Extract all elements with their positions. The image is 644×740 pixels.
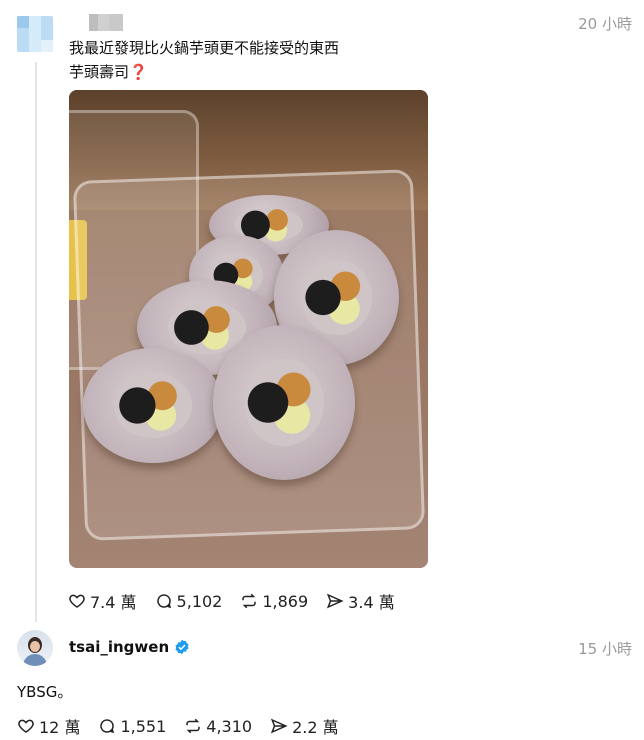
verified-badge-icon bbox=[175, 639, 189, 655]
post-text-line-1: 我最近發現比火鍋芋頭更不能接受的東西 bbox=[69, 39, 340, 57]
post-photo[interactable] bbox=[69, 90, 428, 568]
reply-avatar[interactable] bbox=[17, 630, 53, 666]
comment-icon bbox=[100, 719, 115, 734]
reply-like-button[interactable]: 12 萬 bbox=[17, 714, 80, 738]
reply-share-button[interactable]: 2.2 萬 bbox=[270, 714, 339, 738]
reply-time: 15 小時 bbox=[578, 640, 632, 658]
repost-count: 1,869 bbox=[262, 591, 309, 611]
post-text-line-2: 芋頭壽司❓ bbox=[69, 60, 339, 84]
post-time: 20 小時 bbox=[578, 15, 632, 33]
like-button[interactable]: 7.4 萬 bbox=[68, 589, 137, 613]
comment-count: 5,102 bbox=[176, 591, 223, 611]
username-redacted[interactable] bbox=[89, 14, 123, 31]
reply-comment-button[interactable]: 1,551 bbox=[98, 717, 166, 736]
heart-icon bbox=[69, 594, 85, 608]
repost-button[interactable]: 1,869 bbox=[240, 592, 308, 611]
photo-roll bbox=[213, 325, 355, 480]
comment-button[interactable]: 5,102 bbox=[155, 591, 223, 611]
repost-icon bbox=[186, 718, 201, 734]
share-icon bbox=[270, 718, 288, 734]
share-icon bbox=[327, 593, 344, 609]
reply-like-count: 12 萬 bbox=[39, 718, 81, 737]
avatar[interactable] bbox=[17, 16, 53, 52]
reply-username-row[interactable]: tsai_ingwen bbox=[69, 638, 190, 656]
reply-repost-button[interactable]: 4,310 bbox=[184, 717, 252, 736]
comment-icon bbox=[156, 594, 171, 609]
thread-line bbox=[35, 62, 37, 622]
heart-icon bbox=[18, 719, 34, 733]
post-text: 我最近發現比火鍋芋頭更不能接受的東西 芋頭壽司❓ bbox=[69, 36, 339, 84]
reply-comment-count: 1,551 bbox=[120, 716, 167, 736]
post-actions: 7.4 萬 5,102 1,869 3.4 萬 bbox=[68, 589, 413, 613]
share-button[interactable]: 3.4 萬 bbox=[326, 589, 395, 613]
reply-actions: 12 萬 1,551 4,310 2.2 萬 bbox=[17, 714, 357, 738]
reply-share-count: 2.2 萬 bbox=[292, 718, 339, 737]
reply-text: YBSG。 bbox=[17, 683, 73, 701]
reply-repost-count: 4,310 bbox=[206, 716, 253, 736]
share-count: 3.4 萬 bbox=[348, 593, 395, 612]
post-text-line-2-text: 芋頭壽司 bbox=[69, 63, 130, 81]
photo-roll bbox=[83, 348, 223, 463]
like-count: 7.4 萬 bbox=[90, 593, 137, 612]
question-emoji: ❓ bbox=[129, 63, 148, 81]
repost-icon bbox=[242, 593, 257, 609]
reply-username[interactable]: tsai_ingwen bbox=[69, 638, 169, 656]
